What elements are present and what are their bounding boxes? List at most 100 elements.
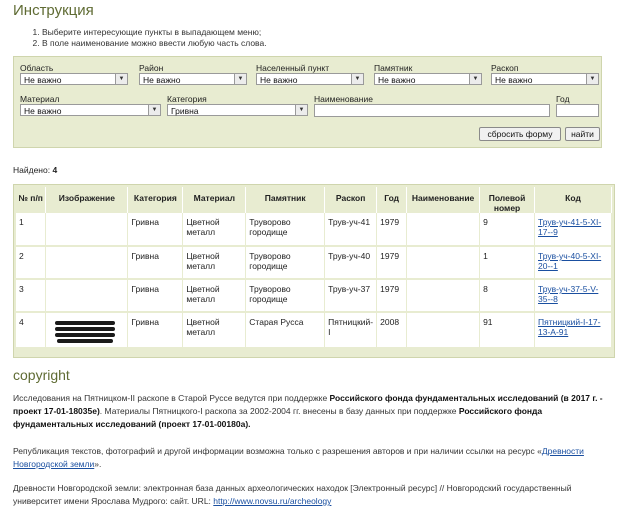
- punkt-label: Населенный пункт: [256, 63, 330, 73]
- column-header: Изображение: [45, 187, 129, 213]
- table-row: 2 Гривна Цветной металл Труворово городи…: [16, 246, 612, 280]
- cell-excavation: Трув-уч-40: [324, 246, 378, 280]
- code-link[interactable]: Трув-уч-40-5-XI-20--1: [538, 251, 601, 271]
- naimenovanie-input[interactable]: [314, 104, 550, 117]
- cell-monument: Труворово городище: [245, 279, 326, 313]
- column-header: Памятник: [245, 187, 326, 213]
- cell-monument: Труворово городище: [245, 213, 326, 247]
- table-row: 4 Гривна Цветной металл Старая Русса Пят…: [16, 312, 612, 349]
- punkt-select[interactable]: Не важно ▼: [256, 73, 364, 85]
- cell-image: [45, 279, 129, 313]
- chevron-down-icon: ▼: [295, 105, 307, 115]
- oblast-label: Область: [20, 63, 54, 73]
- results-table-panel: № п/п Изображение Категория Материал Пам…: [13, 184, 615, 358]
- chevron-down-icon: ▼: [115, 74, 127, 84]
- cell-year: 1979: [376, 279, 408, 313]
- column-header: Наименование: [406, 187, 481, 213]
- column-header: Категория: [127, 187, 184, 213]
- cell-field-number: 91: [479, 312, 536, 349]
- cell-name: [406, 213, 481, 247]
- copyright-paragraph-republication: Републикация текстов, фотографий и друго…: [13, 446, 584, 469]
- chevron-down-icon: ▼: [148, 105, 160, 115]
- cell-year: 2008: [376, 312, 408, 349]
- chevron-down-icon: ▼: [586, 74, 598, 84]
- cell-material: Цветной металл: [182, 312, 247, 349]
- cell-year: 1979: [376, 213, 408, 247]
- copyright-heading: copyright: [13, 367, 70, 383]
- cell-year: 1979: [376, 246, 408, 280]
- code-link[interactable]: Трув-уч-41-5-XI-17--9: [538, 217, 601, 237]
- page-title: Инструкция: [13, 2, 94, 19]
- table-header-row: № п/п Изображение Категория Материал Пам…: [16, 187, 612, 213]
- table-row: 3 Гривна Цветной металл Труворово городи…: [16, 279, 612, 313]
- chevron-down-icon: ▼: [234, 74, 246, 84]
- cell-image: [45, 213, 129, 247]
- table-row: 1 Гривна Цветной металл Труворово городи…: [16, 213, 612, 247]
- cell-code: Трув-уч-41-5-XI-17--9: [534, 213, 612, 247]
- column-header: Материал: [182, 187, 247, 213]
- cell-field-number: 9: [479, 213, 536, 247]
- pamyatnik-label: Памятник: [374, 63, 413, 73]
- code-link[interactable]: Трув-уч-37-5-V-35--8: [538, 284, 598, 304]
- cell-category: Гривна: [127, 246, 184, 280]
- cell-num: 3: [16, 279, 47, 313]
- cell-code: Пятницкий-I-17-13-А-91: [534, 312, 612, 349]
- cell-name: [406, 246, 481, 280]
- oblast-select[interactable]: Не важно ▼: [20, 73, 128, 85]
- cell-name: [406, 279, 481, 313]
- cell-material: Цветной металл: [182, 213, 247, 247]
- naimenovanie-label: Наименование: [314, 94, 373, 104]
- raskop-select[interactable]: Не важно ▼: [491, 73, 599, 85]
- cell-excavation: Трув-уч-41: [324, 213, 378, 247]
- cell-material: Цветной металл: [182, 279, 247, 313]
- raskop-label: Раскоп: [491, 63, 519, 73]
- cell-code: Трув-уч-37-5-V-35--8: [534, 279, 612, 313]
- kategoriya-select[interactable]: Гривна ▼: [167, 104, 308, 116]
- column-header: № п/п: [16, 187, 47, 213]
- cell-material: Цветной металл: [182, 246, 247, 280]
- cell-num: 4: [16, 312, 47, 349]
- chevron-down-icon: ▼: [469, 74, 481, 84]
- material-label: Материал: [20, 94, 60, 104]
- instruction-item: Выберите интересующие пункты в выпадающе…: [42, 27, 267, 38]
- code-link[interactable]: Пятницкий-I-17-13-А-91: [538, 317, 600, 337]
- god-label: Год: [556, 94, 570, 104]
- material-select[interactable]: Не важно ▼: [20, 104, 161, 116]
- chevron-down-icon: ▼: [351, 74, 363, 84]
- cell-field-number: 8: [479, 279, 536, 313]
- copyright-paragraph-funding: Исследования на Пятницком-II раскопе в С…: [13, 393, 603, 429]
- results-table: № п/п Изображение Категория Материал Пам…: [16, 187, 612, 349]
- search-filter-panel: Область Не важно ▼ Район Не важно ▼ Населе…: [13, 56, 602, 148]
- copyright-paragraph-citation: Древности Новгородской земли: электронна…: [13, 483, 572, 506]
- cell-field-number: 1: [479, 246, 536, 280]
- cell-code: Трув-уч-40-5-XI-20--1: [534, 246, 612, 280]
- archeology-url-link[interactable]: http://www.novsu.ru/archeology: [213, 496, 331, 506]
- instruction-item: В поле наименование можно ввести любую ч…: [42, 38, 267, 49]
- god-input[interactable]: [556, 104, 599, 117]
- found-count: Найдено: 4: [13, 165, 58, 175]
- column-header: Раскоп: [324, 187, 378, 213]
- cell-excavation: Трув-уч-37: [324, 279, 378, 313]
- cell-category: Гривна: [127, 279, 184, 313]
- cell-image: [45, 246, 129, 280]
- cell-excavation: Пятницкий-I: [324, 312, 378, 349]
- column-header: Полевой номер: [479, 187, 536, 213]
- instructions-list: Выберите интересующие пункты в выпадающе…: [30, 27, 267, 49]
- search-button[interactable]: найти: [565, 127, 600, 141]
- artifact-thumbnail[interactable]: [49, 317, 119, 347]
- cell-num: 2: [16, 246, 47, 280]
- cell-category: Гривна: [127, 213, 184, 247]
- cell-image: [45, 312, 129, 349]
- cell-monument: Старая Русса: [245, 312, 326, 349]
- column-header: Код: [534, 187, 612, 213]
- cell-monument: Труворово городище: [245, 246, 326, 280]
- rayon-select[interactable]: Не важно ▼: [139, 73, 247, 85]
- column-header: Год: [376, 187, 408, 213]
- cell-name: [406, 312, 481, 349]
- rayon-label: Район: [139, 63, 164, 73]
- kategoriya-label: Категория: [167, 94, 207, 104]
- cell-num: 1: [16, 213, 47, 247]
- reset-form-button[interactable]: сбросить форму: [479, 127, 561, 141]
- pamyatnik-select[interactable]: Не важно ▼: [374, 73, 482, 85]
- cell-category: Гривна: [127, 312, 184, 349]
